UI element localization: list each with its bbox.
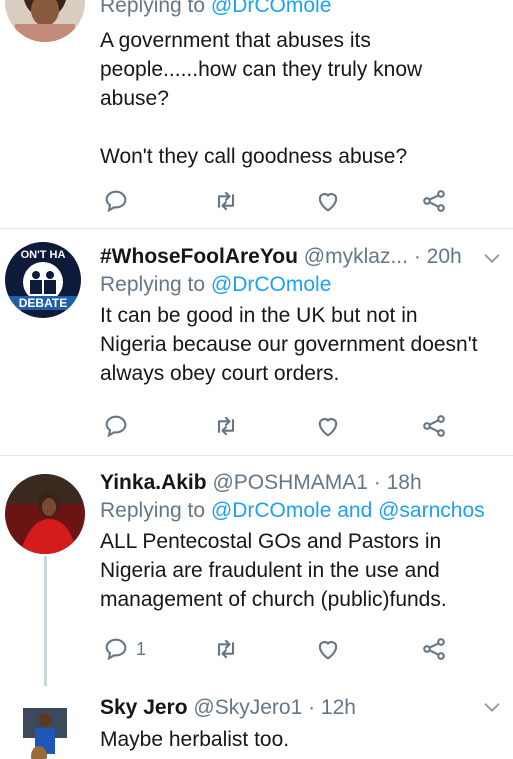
display-name[interactable]: Sky Jero xyxy=(100,696,188,719)
mention-link[interactable]: @DrCOmole xyxy=(211,0,332,17)
avatar[interactable] xyxy=(5,694,85,759)
reply-button[interactable] xyxy=(102,186,136,216)
chevron-down-icon[interactable] xyxy=(481,247,503,269)
timestamp[interactable]: · 18h xyxy=(374,471,422,494)
avatar[interactable] xyxy=(5,474,85,554)
reply-button[interactable] xyxy=(102,411,136,441)
tweet-text-line: Nigeria because our government doesn't xyxy=(100,333,478,356)
share-icon xyxy=(423,638,445,660)
share-button[interactable] xyxy=(420,411,448,441)
avatar-photo: ON'T HA DEBATE xyxy=(5,242,81,318)
tweet-header: Sky Jero @SkyJero1 · 12h xyxy=(100,694,505,722)
mention-link[interactable]: @DrCOmole and @sarnchos xyxy=(211,499,485,522)
share-icon xyxy=(423,415,445,437)
heart-icon xyxy=(318,418,338,437)
tweet-3[interactable]: Yinka.Akib @POSHMAMA1 · 18h Replying to … xyxy=(0,456,513,686)
heart-icon xyxy=(318,641,338,660)
tweet-text-line: Maybe herbalist too. xyxy=(100,728,290,751)
tweet-text-line: Nigeria are fraudulent in the use and xyxy=(100,559,440,582)
reply-icon xyxy=(105,638,127,661)
like-button[interactable] xyxy=(314,186,342,216)
reply-count: 1 xyxy=(136,638,147,659)
thread-connector xyxy=(44,556,47,686)
tweet-body: A government that abuses its people.....… xyxy=(100,26,505,171)
handle[interactable]: @SkyJero1 xyxy=(193,696,302,719)
retweet-button[interactable] xyxy=(212,186,240,216)
like-button[interactable] xyxy=(314,634,342,664)
retweet-button[interactable] xyxy=(212,634,240,664)
retweet-button[interactable] xyxy=(212,411,240,441)
tweet-header: #WhoseFoolAreYou @myklaz... · 20h xyxy=(100,243,505,271)
avatar[interactable]: ON'T HA DEBATE xyxy=(5,242,81,318)
tweet-text-line: abuse? xyxy=(100,87,169,110)
share-button[interactable] xyxy=(420,186,448,216)
tweet-text-line: management of church (public)funds. xyxy=(100,588,447,611)
display-name[interactable]: #WhoseFoolAreYou xyxy=(100,245,298,268)
tweet-text-line: A government that abuses its xyxy=(100,29,371,52)
avatar-photo xyxy=(5,474,85,554)
tweet-text-line: people......how can they truly know xyxy=(100,58,423,81)
timestamp[interactable]: · 12h xyxy=(308,696,356,719)
retweet-icon xyxy=(217,191,235,211)
share-button[interactable] xyxy=(420,634,448,664)
replying-to: Replying to @DrCOmole and @sarnchos xyxy=(100,499,485,522)
share-icon xyxy=(423,190,445,212)
tweet-text-line: ALL Pentecostal GOs and Pastors in xyxy=(100,530,442,553)
avatar-text-bottom: DEBATE xyxy=(19,296,67,310)
avatar-photo xyxy=(5,694,85,759)
avatar-photo xyxy=(5,0,85,42)
replying-to: Replying to @DrCOmole xyxy=(100,273,332,296)
chevron-down-icon[interactable] xyxy=(481,696,503,718)
reply-icon xyxy=(105,415,127,438)
tweet-2[interactable]: ON'T HA DEBATE #WhoseFoolAreYou @myklaz.… xyxy=(0,229,513,453)
handle[interactable]: @myklaz... xyxy=(304,245,408,268)
tweet-text-blank xyxy=(100,113,505,142)
tweet-body: It can be good in the UK but not in Nige… xyxy=(100,301,505,388)
reply-button[interactable]: 1 xyxy=(102,634,146,664)
avatar-text-top: ON'T HA xyxy=(21,249,66,261)
timestamp[interactable]: · 20h xyxy=(414,245,462,268)
tweet-4[interactable]: Sky Jero @SkyJero1 · 12h Maybe herbalist… xyxy=(0,686,513,759)
retweet-icon xyxy=(217,639,235,659)
handle[interactable]: @POSHMAMA1 xyxy=(212,471,368,494)
tweet-body: ALL Pentecostal GOs and Pastors in Niger… xyxy=(100,527,505,614)
like-button[interactable] xyxy=(314,411,342,441)
tweet-header: Yinka.Akib @POSHMAMA1 · 18h xyxy=(100,469,505,497)
tweet-text-line: always obey court orders. xyxy=(100,362,340,385)
mention-link[interactable]: @DrCOmole xyxy=(211,273,332,296)
avatar[interactable] xyxy=(5,0,85,42)
replying-to: Replying to @DrCOmole xyxy=(100,0,505,20)
heart-icon xyxy=(318,193,338,212)
tweet-text-line: It can be good in the UK but not in xyxy=(100,304,418,327)
display-name[interactable]: Yinka.Akib xyxy=(100,471,207,494)
retweet-icon xyxy=(217,416,235,436)
tweet-text-line: Won't they call goodness abuse? xyxy=(100,145,408,168)
reply-icon xyxy=(105,190,127,213)
tweet-1[interactable]: Replying to @DrCOmole A government that … xyxy=(0,0,513,227)
